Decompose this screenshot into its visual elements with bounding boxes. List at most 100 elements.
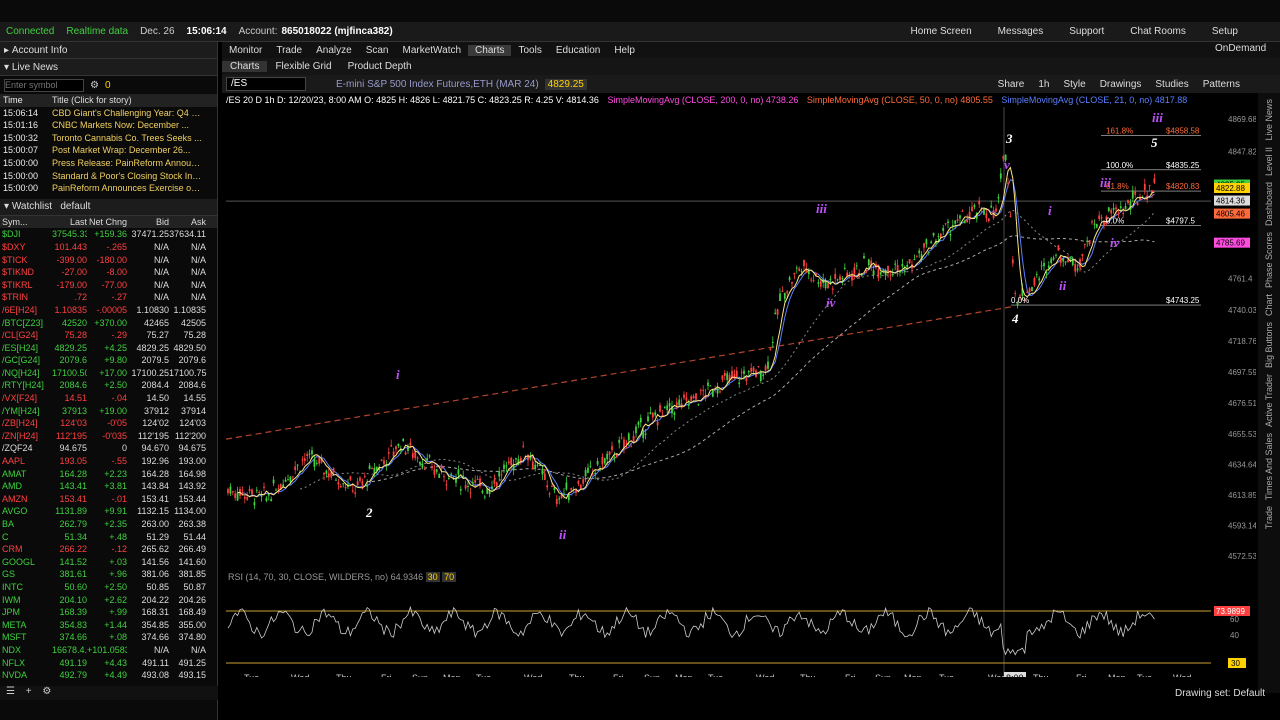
table-row[interactable]: $TIKRL -179.00 -77.00 N/A N/A bbox=[0, 279, 217, 292]
wl-symbol[interactable]: AMAT bbox=[0, 468, 52, 481]
wl-symbol[interactable]: /6E[H24] bbox=[0, 304, 52, 317]
wl-symbol[interactable]: JPM bbox=[0, 606, 52, 619]
wl-symbol[interactable]: $TIKND bbox=[0, 266, 52, 279]
wl-symbol[interactable]: /NQ[H24] bbox=[0, 367, 52, 380]
table-row[interactable]: INTC 50.60 +2.50 50.85 50.87 bbox=[0, 581, 217, 594]
table-row[interactable]: $TRIN .72 -.27 N/A N/A bbox=[0, 291, 217, 304]
wl-symbol[interactable]: /ZB[H24] bbox=[0, 417, 52, 430]
right-tab-level-ii[interactable]: Level II bbox=[1264, 147, 1274, 176]
wl-symbol[interactable]: META bbox=[0, 619, 52, 632]
wl-symbol[interactable]: NVDA bbox=[0, 669, 52, 682]
right-tab-dashboard[interactable]: Dashboard bbox=[1264, 182, 1274, 226]
wl-symbol[interactable]: $TRIN bbox=[0, 291, 52, 304]
table-row[interactable]: $TIKND -27.00 -8.00 N/A N/A bbox=[0, 266, 217, 279]
wl-symbol[interactable]: BA bbox=[0, 518, 52, 531]
table-row[interactable]: JPM 168.39 +.99 168.31 168.49 bbox=[0, 606, 217, 619]
wl-symbol[interactable]: /ES[H24] bbox=[0, 342, 52, 355]
wl-symbol[interactable]: C bbox=[0, 531, 52, 544]
wl-symbol[interactable]: /VX[F24] bbox=[0, 392, 52, 405]
wl-symbol[interactable]: $DXY bbox=[0, 241, 52, 254]
table-row[interactable]: AMAT 164.28 +2.23 164.28 164.98 bbox=[0, 468, 217, 481]
news-item[interactable]: 15:00:00 PainReform Announces Exercise of… bbox=[0, 182, 217, 195]
wl-symbol[interactable]: NFLX bbox=[0, 657, 52, 670]
wl-symbol[interactable]: GOOGL bbox=[0, 556, 52, 569]
table-row[interactable]: BA 262.79 +2.35 263.00 263.38 bbox=[0, 518, 217, 531]
wl-symbol[interactable]: AMZN bbox=[0, 493, 52, 506]
table-row[interactable]: /ZQF24 94.675 0 94.670 94.675 bbox=[0, 442, 217, 455]
table-row[interactable]: /NQ[H24] 17100.50 +17.00 17100.25 17100.75 bbox=[0, 367, 217, 380]
table-row[interactable]: NDX16678.4...+101.0583 N/A N/A bbox=[0, 644, 217, 657]
wl-symbol[interactable]: NDX bbox=[0, 644, 52, 657]
patterns-button[interactable]: Patterns bbox=[1203, 79, 1240, 90]
table-row[interactable]: /BTC[Z23] 42520 +370.00 42465 42505 bbox=[0, 317, 217, 330]
wl-symbol[interactable]: INTC bbox=[0, 581, 52, 594]
wl-symbol[interactable]: /YM[H24] bbox=[0, 405, 52, 418]
table-row[interactable]: META 354.83 +1.44 354.85 355.00 bbox=[0, 619, 217, 632]
chart-symbol-input[interactable]: /ES bbox=[226, 77, 306, 91]
right-tab-phase-scores[interactable]: Phase Scores bbox=[1264, 232, 1274, 288]
gear-icon[interactable]: ⚙ bbox=[90, 80, 99, 91]
news-item[interactable]: 15:01:16 CNBC Markets Now: December ... bbox=[0, 119, 217, 132]
table-row[interactable]: IWM 204.10 +2.62 204.22 204.26 bbox=[0, 594, 217, 607]
drawing-set-label[interactable]: Drawing set: Default bbox=[1175, 688, 1265, 699]
wl-col-la[interactable]: Last bbox=[52, 216, 87, 229]
menu-marketwatch[interactable]: MarketWatch bbox=[396, 45, 469, 56]
table-row[interactable]: $DXY 101.443 -.265 N/A N/A bbox=[0, 241, 217, 254]
table-row[interactable]: /ZN[H24] 112'195 -0'035 112'195 112'200 bbox=[0, 430, 217, 443]
menu-scan[interactable]: Scan bbox=[359, 45, 396, 56]
messages-button[interactable]: Messages bbox=[998, 26, 1044, 37]
table-row[interactable]: AVGO 1131.89 +9.91 1132.15 1134.00 bbox=[0, 505, 217, 518]
table-row[interactable]: /VX[F24] 14.51 -.04 14.50 14.55 bbox=[0, 392, 217, 405]
subtab-flexible-grid[interactable]: Flexible Grid bbox=[267, 61, 339, 72]
live-news-header[interactable]: ▾ Live News bbox=[0, 59, 217, 76]
subtab-product-depth[interactable]: Product Depth bbox=[340, 61, 420, 72]
table-row[interactable]: AAPL 193.05 -.55 192.96 193.00 bbox=[0, 455, 217, 468]
news-col-time[interactable]: Time bbox=[0, 94, 52, 107]
table-row[interactable]: NVDA 492.79 +4.49 493.08 493.15 bbox=[0, 669, 217, 682]
wl-symbol[interactable]: $TIKRL bbox=[0, 279, 52, 292]
wl-symbol[interactable]: MSFT bbox=[0, 631, 52, 644]
right-tab-active-trader[interactable]: Active Trader bbox=[1264, 374, 1274, 427]
table-row[interactable]: MSFT 374.66 +.08 374.66 374.80 bbox=[0, 631, 217, 644]
subtab-charts[interactable]: Charts bbox=[222, 61, 268, 72]
news-item[interactable]: 15:00:00 Press Release: PainReform Announ… bbox=[0, 157, 217, 170]
drawings-button[interactable]: Drawings bbox=[1100, 79, 1142, 90]
table-row[interactable]: NFLX 491.19 +4.43 491.11 491.25 bbox=[0, 657, 217, 670]
wl-symbol[interactable]: /ZN[H24] bbox=[0, 430, 52, 443]
wl-symbol[interactable]: /RTY[H24] bbox=[0, 379, 52, 392]
table-row[interactable]: GS 381.61 +.96 381.06 381.85 bbox=[0, 568, 217, 581]
wl-symbol[interactable]: IWM bbox=[0, 594, 52, 607]
setup-button[interactable]: Setup bbox=[1212, 26, 1238, 37]
wl-symbol[interactable]: /ZQF24 bbox=[0, 442, 52, 455]
menu-charts[interactable]: Charts bbox=[468, 44, 512, 56]
right-tab-live-news[interactable]: Live News bbox=[1264, 99, 1274, 141]
gear-icon[interactable]: ⚙ bbox=[42, 686, 51, 697]
table-row[interactable]: $TICK -399.00 -180.00 N/A N/A bbox=[0, 254, 217, 267]
table-row[interactable]: /CL[G24] 75.28 -.29 75.27 75.28 bbox=[0, 329, 217, 342]
style-button[interactable]: Style bbox=[1063, 79, 1085, 90]
news-item[interactable]: 15:00:00 Standard & Poor's Closing Stock … bbox=[0, 170, 217, 183]
price-chart[interactable]: 3452iiiiiviiiiiiiiiviiiv161.8% $4858.5810… bbox=[226, 107, 1256, 677]
home-screen-button[interactable]: Home Screen bbox=[911, 26, 972, 37]
table-row[interactable]: /GC[G24] 2079.6 +9.80 2079.5 2079.6 bbox=[0, 354, 217, 367]
news-item[interactable]: 15:00:07 Post Market Wrap: December 26... bbox=[0, 144, 217, 157]
table-row[interactable]: GOOGL 141.52 +.03 141.56 141.60 bbox=[0, 556, 217, 569]
share-button[interactable]: Share bbox=[998, 79, 1025, 90]
chat-rooms-button[interactable]: Chat Rooms bbox=[1130, 26, 1186, 37]
wl-col-bi[interactable]: Bid bbox=[127, 216, 169, 229]
right-tab-chart[interactable]: Chart bbox=[1264, 294, 1274, 316]
table-row[interactable]: CRM 266.22 -.12 265.62 266.49 bbox=[0, 543, 217, 556]
studies-button[interactable]: Studies bbox=[1155, 79, 1188, 90]
news-col-title[interactable]: Title (Click for story) bbox=[52, 94, 202, 107]
table-row[interactable]: /YM[H24] 37913 +19.00 37912 37914 bbox=[0, 405, 217, 418]
wl-col-ak[interactable]: Ask bbox=[169, 216, 209, 229]
menu-tools[interactable]: Tools bbox=[511, 45, 548, 56]
wl-symbol[interactable]: /BTC[Z23] bbox=[0, 317, 52, 330]
wl-symbol[interactable]: /CL[G24] bbox=[0, 329, 52, 342]
add-icon[interactable]: + bbox=[26, 686, 32, 697]
news-item[interactable]: 15:00:32 Toronto Cannabis Co. Trees Seeks… bbox=[0, 132, 217, 145]
wl-symbol[interactable]: GS bbox=[0, 568, 52, 581]
table-row[interactable]: AMD 143.41 +3.81 143.84 143.92 bbox=[0, 480, 217, 493]
wl-symbol[interactable]: AAPL bbox=[0, 455, 52, 468]
wl-col-sy[interactable]: Sym... bbox=[0, 216, 52, 229]
